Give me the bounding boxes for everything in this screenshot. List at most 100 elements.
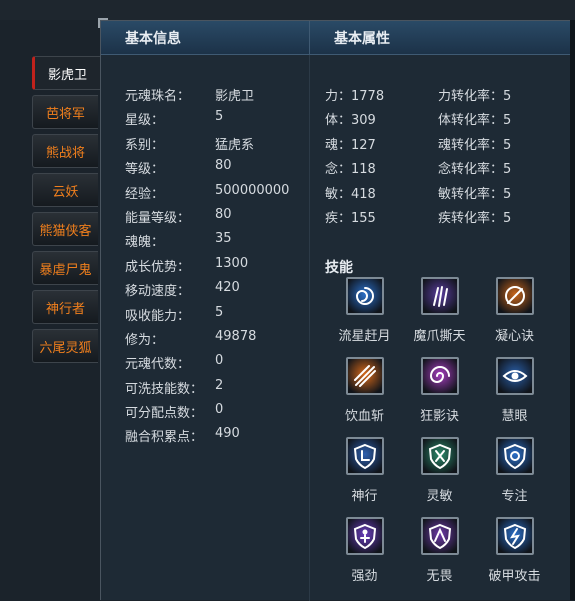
slash-icon[interactable] bbox=[345, 357, 384, 395]
info-row: 可洗技能数： 2 bbox=[125, 378, 289, 402]
skill-label: 专注 bbox=[501, 489, 528, 504]
attribute-conversion-rate: 魂转化率：5 bbox=[438, 137, 512, 153]
top-bar bbox=[0, 0, 575, 20]
info-label: 融合积累点： bbox=[125, 430, 204, 446]
skill-label: 饮血斩 bbox=[344, 409, 384, 424]
attribute-value: 疾：155 bbox=[325, 210, 376, 226]
attribute-conversion-rate: 敏转化率：5 bbox=[438, 186, 512, 202]
info-label: 吸收能力： bbox=[125, 308, 191, 324]
attribute-conversion-rate: 疾转化率：5 bbox=[438, 210, 512, 226]
shield-target-icon[interactable] bbox=[495, 437, 534, 475]
info-label: 魂魄： bbox=[125, 235, 165, 251]
skill-item[interactable]: 饮血斩 bbox=[327, 357, 402, 437]
pet-tab[interactable]: 神行者 bbox=[32, 290, 98, 324]
pet-tab[interactable]: 影虎卫 bbox=[32, 56, 100, 90]
skill-label: 神行 bbox=[351, 489, 378, 504]
info-value: 猛虎系 bbox=[215, 137, 255, 153]
info-label: 成长优势： bbox=[125, 259, 191, 275]
shield-rune-icon[interactable] bbox=[420, 437, 459, 475]
info-row: 移动速度： 420 bbox=[125, 280, 289, 304]
skill-item[interactable]: 凝心诀 bbox=[477, 277, 552, 357]
attribute-value: 念：118 bbox=[325, 162, 376, 178]
info-row: 能量等级： 80 bbox=[125, 207, 289, 231]
pet-detail-panel: 基本信息 基本属性 元魂珠名： 影虎卫 星级： 5 系别： 猛虎系 等级： 80 经验： 5000… bbox=[100, 20, 575, 601]
skill-item[interactable]: 流星赶月 bbox=[327, 277, 402, 357]
info-label: 元魂珠名： bbox=[125, 89, 191, 104]
claw-icon[interactable] bbox=[420, 277, 459, 315]
info-value: 420 bbox=[215, 280, 240, 296]
info-row: 元魂珠名： 影虎卫 bbox=[125, 85, 289, 109]
skill-item[interactable]: 灵敏 bbox=[402, 437, 477, 517]
skill-label: 强劲 bbox=[351, 569, 378, 584]
info-value: 80 bbox=[215, 206, 232, 222]
info-label: 系别： bbox=[125, 137, 165, 153]
skill-label: 无畏 bbox=[426, 569, 453, 584]
skill-label: 凝心诀 bbox=[494, 329, 534, 344]
skill-item[interactable]: 神行 bbox=[327, 437, 402, 517]
shield-figure-icon[interactable] bbox=[345, 517, 384, 555]
attribute-row: 念：118 念转化率：5 bbox=[325, 158, 511, 182]
skill-label: 狂影诀 bbox=[419, 409, 459, 424]
info-value: 0 bbox=[215, 402, 224, 418]
shield-warrior-icon[interactable] bbox=[420, 517, 459, 555]
info-row: 系别： 猛虎系 bbox=[125, 134, 289, 158]
attribute-conversion-rate: 力转化率：5 bbox=[438, 89, 512, 104]
pet-tab[interactable]: 云妖 bbox=[32, 173, 98, 207]
right-edge bbox=[570, 20, 575, 600]
info-row: 可分配点数： 0 bbox=[125, 402, 289, 426]
skills-title: 技能 bbox=[325, 260, 353, 276]
flame-ring-icon[interactable] bbox=[495, 277, 534, 315]
info-value: 5 bbox=[215, 109, 224, 125]
swirl-icon[interactable] bbox=[345, 277, 384, 315]
pet-tab[interactable]: 六尾灵狐 bbox=[32, 329, 98, 363]
skill-item[interactable]: 狂影诀 bbox=[402, 357, 477, 437]
spiral-icon[interactable] bbox=[420, 357, 459, 395]
shield-break-icon[interactable] bbox=[495, 517, 534, 555]
skill-label: 慧眼 bbox=[501, 409, 528, 424]
skill-label: 灵敏 bbox=[426, 489, 453, 504]
info-label: 可洗技能数： bbox=[125, 381, 204, 397]
basic-attr-header: 基本属性 bbox=[309, 21, 572, 55]
pet-tab[interactable]: 芭将军 bbox=[32, 95, 98, 129]
attribute-row: 体：309 体转化率：5 bbox=[325, 109, 511, 133]
info-row: 魂魄： 35 bbox=[125, 231, 289, 255]
skill-label: 破甲攻击 bbox=[488, 569, 541, 584]
info-row: 元魂代数： 0 bbox=[125, 353, 289, 377]
skill-label: 流星赶月 bbox=[338, 329, 391, 344]
info-label: 移动速度： bbox=[125, 284, 191, 300]
info-row: 融合积累点： 490 bbox=[125, 426, 289, 450]
info-value: 35 bbox=[215, 231, 232, 247]
skill-item[interactable]: 慧眼 bbox=[477, 357, 552, 437]
attribute-conversion-rate: 体转化率：5 bbox=[438, 113, 512, 129]
skill-item[interactable]: 魔爪撕天 bbox=[402, 277, 477, 357]
attribute-row: 魂：127 魂转化率：5 bbox=[325, 134, 511, 158]
skill-item[interactable]: 专注 bbox=[477, 437, 552, 517]
info-row: 吸收能力： 5 bbox=[125, 305, 289, 329]
attribute-conversion-rate: 念转化率：5 bbox=[438, 162, 512, 178]
info-label: 能量等级： bbox=[125, 210, 191, 226]
pet-tab[interactable]: 熊猫侠客 bbox=[32, 212, 98, 246]
info-value: 5 bbox=[215, 304, 224, 320]
info-label: 星级： bbox=[125, 113, 165, 129]
info-label: 修为： bbox=[125, 332, 165, 348]
attribute-list: 力：1778 力转化率：5 体：309 体转化率：5 魂：127 魂转化率：5 念：118 念… bbox=[325, 85, 511, 231]
eye-icon[interactable] bbox=[495, 357, 534, 395]
pet-tab[interactable]: 熊战将 bbox=[32, 134, 98, 168]
column-divider bbox=[309, 55, 310, 601]
info-value: 0 bbox=[215, 353, 224, 369]
skill-item[interactable]: 破甲攻击 bbox=[477, 517, 552, 597]
info-value: 影虎卫 bbox=[215, 89, 255, 104]
skill-item[interactable]: 强劲 bbox=[327, 517, 402, 597]
info-value: 490 bbox=[215, 426, 240, 442]
info-value: 500000000 bbox=[215, 182, 290, 198]
attribute-row: 敏：418 敏转化率：5 bbox=[325, 183, 511, 207]
attribute-row: 力：1778 力转化率：5 bbox=[325, 85, 511, 109]
pet-tab-list: 影虎卫芭将军熊战将云妖熊猫侠客暴虐尸鬼神行者六尾灵狐 bbox=[32, 56, 100, 368]
pet-tab[interactable]: 暴虐尸鬼 bbox=[32, 251, 98, 285]
attribute-value: 力：1778 bbox=[325, 89, 385, 104]
shield-boot-icon[interactable] bbox=[345, 437, 384, 475]
basic-info-header: 基本信息 bbox=[101, 21, 309, 55]
info-label: 可分配点数： bbox=[125, 406, 204, 422]
info-row: 等级： 80 bbox=[125, 158, 289, 182]
skill-item[interactable]: 无畏 bbox=[402, 517, 477, 597]
